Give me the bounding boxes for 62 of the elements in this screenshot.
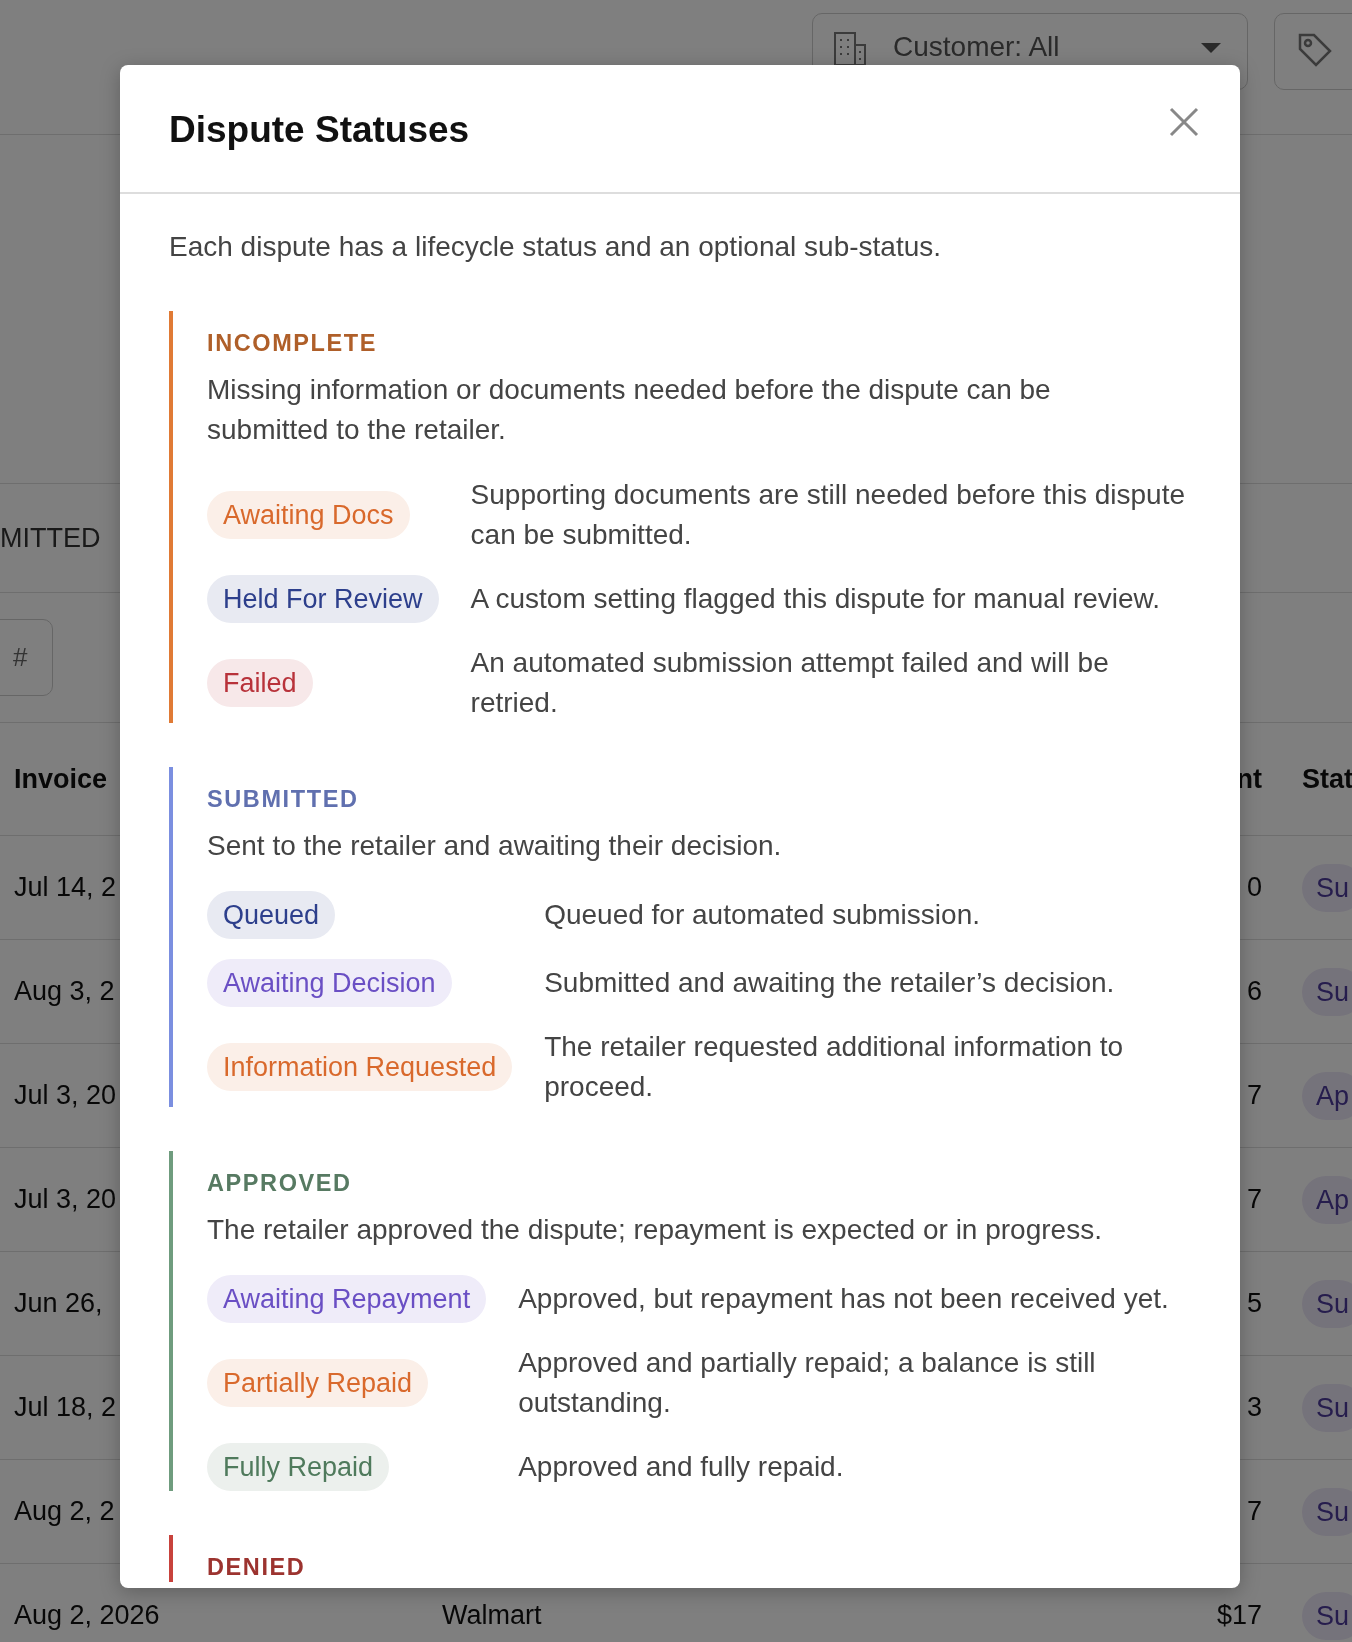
date-cell: Aug 2, 2 <box>14 1496 115 1527</box>
status-description: An automated submission attempt failed and will be retried. <box>470 646 1110 720</box>
status-badge: Awaiting Docs <box>207 491 410 539</box>
customer-cell: Walmart <box>442 1600 542 1631</box>
amount-cell: 3 <box>1246 1392 1262 1423</box>
status-badge: Su <box>1302 967 1352 1016</box>
column-header: Invoice <box>14 763 108 795</box>
status-description: The retailer requested additional information to proceed. <box>544 1030 1125 1104</box>
amount-cell: 0 <box>1246 872 1262 903</box>
section-heading: INCOMPLETE <box>207 329 379 358</box>
amount-cell: 7 <box>1246 1080 1262 1111</box>
amount-cell: 6 <box>1246 976 1262 1007</box>
status-badge: Su <box>1302 1487 1352 1536</box>
search-field[interactable]: # <box>0 619 53 696</box>
status-badge: Information Requested <box>207 1043 513 1091</box>
dialog-title: Dispute Statuses <box>169 109 471 151</box>
status-badge: Ap <box>1302 1071 1352 1120</box>
status-description: Supporting documents are still needed before this dispute can be submitted. <box>470 478 1186 552</box>
status-description: Queued for automated submission. <box>544 898 981 932</box>
status-badge: Awaiting Decision <box>207 959 452 1007</box>
date-cell: Aug 3, 2 <box>14 976 115 1007</box>
tag-button[interactable] <box>1274 13 1352 90</box>
section-description: The retailer approved the dispute; repayment is expected or in progress. <box>207 1213 1103 1247</box>
status-description: Submitted and awaiting the retailer’s decision. <box>544 966 1116 1000</box>
status-badge: Partially Repaid <box>207 1359 429 1407</box>
status-description: Approved and partially repaid; a balance is still outstanding. <box>518 1346 1097 1420</box>
intro-text: Each dispute has a lifecycle status and an optional sub-status. <box>169 230 943 264</box>
status-badge: Awaiting Repayment <box>207 1275 487 1323</box>
date-cell: Jul 3, 20 <box>14 1184 117 1215</box>
amount-cell: 7 <box>1246 1184 1262 1215</box>
section-heading: APPROVED <box>207 1169 353 1198</box>
amount-cell: 7 <box>1246 1496 1262 1527</box>
status-badge: Fully Repaid <box>207 1443 390 1491</box>
status-badge: Held For Review <box>207 575 439 623</box>
date-cell: Jul 18, 2 <box>14 1392 117 1423</box>
section-heading: DENIED <box>207 1553 307 1582</box>
column-header: Stat <box>1301 763 1352 795</box>
status-description: A custom setting flagged this dispute for manual review. <box>470 582 1162 616</box>
status-badge: Su <box>1302 1383 1352 1432</box>
caret-icon <box>1201 43 1221 53</box>
status-description: Approved and fully repaid. <box>518 1450 845 1484</box>
date-cell: Jul 3, 20 <box>14 1080 117 1111</box>
amount-cell: 5 <box>1246 1288 1262 1319</box>
amount-cell: $17 <box>1216 1600 1262 1631</box>
status-badge: Su <box>1302 863 1352 912</box>
date-cell: Jun 26, <box>14 1288 103 1319</box>
status-tab[interactable]: MITTED <box>0 522 101 554</box>
status-badge: Su <box>1302 1279 1352 1328</box>
section-description: Sent to the retailer and awaiting their decision. <box>207 829 783 863</box>
status-badge: Failed <box>207 659 313 707</box>
date-cell: Jul 14, 2 <box>14 872 117 903</box>
close-button[interactable] <box>1168 106 1200 138</box>
building-icon <box>833 31 867 67</box>
section-description: Missing information or documents needed before the dispute can be submitted to the retailer. <box>207 373 1052 447</box>
status-description: Approved, but repayment has not been received yet. <box>518 1282 1170 1316</box>
status-badge: Ap <box>1302 1175 1352 1224</box>
tag-icon <box>1297 32 1333 68</box>
status-badge: Su <box>1302 1591 1352 1640</box>
customer-filter-label: Customer: All <box>893 31 1060 63</box>
status-badge: Queued <box>207 891 336 939</box>
section-heading: SUBMITTED <box>207 785 360 814</box>
date-cell: Aug 2, 2026 <box>14 1600 160 1631</box>
